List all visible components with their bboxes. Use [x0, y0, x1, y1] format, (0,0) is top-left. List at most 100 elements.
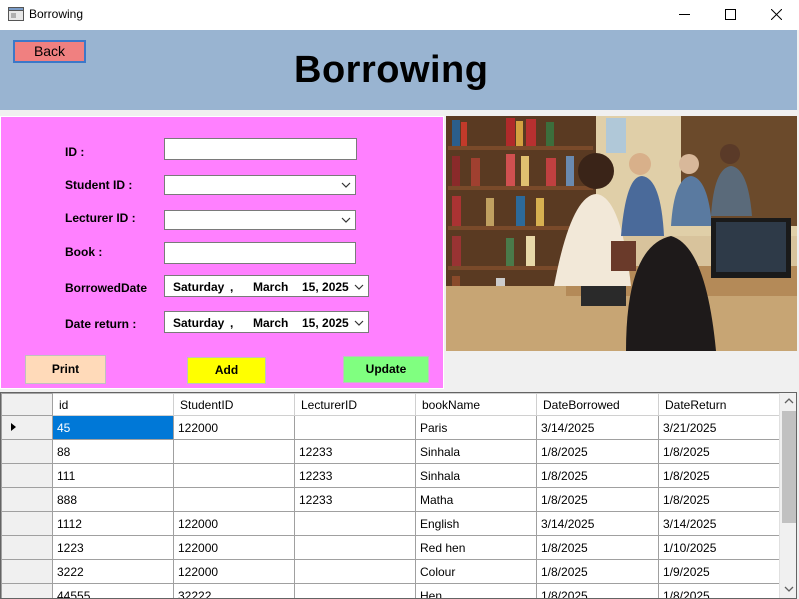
- cell-dateborrowed[interactable]: 3/14/2025: [536, 415, 659, 440]
- minimize-button[interactable]: [661, 0, 707, 30]
- row-header[interactable]: [1, 559, 53, 584]
- column-header-studentid[interactable]: StudentID: [173, 393, 295, 416]
- borrowed-date-picker[interactable]: Saturday , March 15, 2025: [164, 275, 369, 297]
- cell-dateborrowed[interactable]: 1/8/2025: [536, 439, 659, 464]
- cell-dateborrowed[interactable]: 1/8/2025: [536, 559, 659, 584]
- row-header[interactable]: [1, 511, 53, 536]
- add-button[interactable]: Add: [187, 357, 266, 384]
- cell-datereturn[interactable]: 1/10/2025: [658, 535, 780, 560]
- cell-bookname[interactable]: Sinhala: [415, 439, 537, 464]
- chevron-down-icon: [354, 320, 364, 326]
- cell-lecturerid[interactable]: [294, 559, 416, 584]
- cell-id[interactable]: 1112: [52, 511, 174, 536]
- back-button[interactable]: Back: [13, 40, 86, 63]
- cell-lecturerid[interactable]: 12233: [294, 463, 416, 488]
- table-row[interactable]: 888 12233 Matha 1/8/2025 1/8/2025: [1, 487, 780, 512]
- return-date-label: Date return :: [65, 317, 137, 331]
- cell-id[interactable]: 44555: [52, 583, 174, 598]
- cell-lecturerid[interactable]: [294, 583, 416, 598]
- vertical-scrollbar[interactable]: [779, 393, 796, 598]
- return-date-picker[interactable]: Saturday , March 15, 2025: [164, 311, 369, 333]
- cell-lecturerid[interactable]: 12233: [294, 487, 416, 512]
- row-header[interactable]: [1, 487, 53, 512]
- cell-studentid[interactable]: [173, 439, 295, 464]
- lecturer-id-label: Lecturer ID :: [65, 211, 136, 225]
- header-banner: Back Borrowing: [0, 30, 797, 110]
- cell-dateborrowed[interactable]: 3/14/2025: [536, 511, 659, 536]
- cell-datereturn[interactable]: 1/8/2025: [658, 463, 780, 488]
- cell-dateborrowed[interactable]: 1/8/2025: [536, 535, 659, 560]
- table-row[interactable]: 1223 122000 Red hen 1/8/2025 1/10/2025: [1, 535, 780, 560]
- cell-id[interactable]: 888: [52, 487, 174, 512]
- cell-studentid[interactable]: 122000: [173, 535, 295, 560]
- cell-bookname[interactable]: Red hen: [415, 535, 537, 560]
- table-row[interactable]: 44555 32222 Hen 1/8/2025 1/8/2025: [1, 583, 780, 598]
- cell-datereturn[interactable]: 1/8/2025: [658, 583, 780, 598]
- row-header[interactable]: [1, 463, 53, 488]
- table-row[interactable]: 88 12233 Sinhala 1/8/2025 1/8/2025: [1, 439, 780, 464]
- scroll-up-icon[interactable]: [784, 397, 794, 405]
- library-photo: [446, 116, 797, 351]
- close-button[interactable]: [753, 0, 799, 30]
- cell-datereturn[interactable]: 1/8/2025: [658, 439, 780, 464]
- maximize-button[interactable]: [707, 0, 753, 30]
- cell-lecturerid[interactable]: [294, 415, 416, 440]
- cell-dateborrowed[interactable]: 1/8/2025: [536, 487, 659, 512]
- app-window-icon: [8, 7, 24, 21]
- row-header[interactable]: [1, 439, 53, 464]
- book-field[interactable]: [164, 242, 356, 264]
- row-header[interactable]: [1, 415, 53, 440]
- table-row[interactable]: 1112 122000 English 3/14/2025 3/14/2025: [1, 511, 780, 536]
- id-field[interactable]: [164, 138, 357, 160]
- cell-id[interactable]: 111: [52, 463, 174, 488]
- cell-bookname[interactable]: Colour: [415, 559, 537, 584]
- window-title: Borrowing: [29, 7, 84, 21]
- cell-studentid[interactable]: [173, 463, 295, 488]
- column-header-dateborrowed[interactable]: DateBorrowed: [536, 393, 659, 416]
- cell-lecturerid[interactable]: 12233: [294, 439, 416, 464]
- cell-lecturerid[interactable]: [294, 535, 416, 560]
- table-row[interactable]: 45 122000 Paris 3/14/2025 3/21/2025: [1, 415, 780, 440]
- row-header[interactable]: [1, 583, 53, 598]
- cell-datereturn[interactable]: 3/21/2025: [658, 415, 780, 440]
- cell-studentid[interactable]: [173, 487, 295, 512]
- borrowed-month: March: [253, 280, 289, 294]
- column-header-bookname[interactable]: bookName: [415, 393, 537, 416]
- update-button[interactable]: Update: [343, 356, 429, 383]
- cell-studentid[interactable]: 122000: [173, 415, 295, 440]
- cell-id[interactable]: 1223: [52, 535, 174, 560]
- cell-id[interactable]: 45: [52, 415, 174, 440]
- cell-datereturn[interactable]: 3/14/2025: [658, 511, 780, 536]
- cell-dateborrowed[interactable]: 1/8/2025: [536, 463, 659, 488]
- student-id-dropdown[interactable]: [164, 175, 356, 195]
- column-header-id[interactable]: id: [52, 393, 174, 416]
- cell-studentid[interactable]: 122000: [173, 511, 295, 536]
- cell-datereturn[interactable]: 1/8/2025: [658, 487, 780, 512]
- cell-bookname[interactable]: Sinhala: [415, 463, 537, 488]
- cell-bookname[interactable]: English: [415, 511, 537, 536]
- chevron-down-icon: [341, 182, 351, 188]
- column-header-datereturn[interactable]: DateReturn: [658, 393, 780, 416]
- cell-studentid[interactable]: 32222: [173, 583, 295, 598]
- cell-id[interactable]: 3222: [52, 559, 174, 584]
- return-date: 15, 2025: [302, 316, 349, 330]
- lecturer-id-dropdown[interactable]: [164, 210, 356, 230]
- cell-datereturn[interactable]: 1/9/2025: [658, 559, 780, 584]
- borrowing-data-grid[interactable]: id StudentID LecturerID bookName DateBor…: [0, 392, 797, 599]
- chevron-down-icon: [341, 217, 351, 223]
- scroll-down-icon[interactable]: [784, 585, 794, 593]
- scrollbar-thumb[interactable]: [782, 411, 796, 523]
- print-button[interactable]: Print: [25, 355, 106, 384]
- column-header-lecturerid[interactable]: LecturerID: [294, 393, 416, 416]
- table-row[interactable]: 3222 122000 Colour 1/8/2025 1/9/2025: [1, 559, 780, 584]
- cell-studentid[interactable]: 122000: [173, 559, 295, 584]
- cell-dateborrowed[interactable]: 1/8/2025: [536, 583, 659, 598]
- cell-bookname[interactable]: Paris: [415, 415, 537, 440]
- table-row[interactable]: 111 12233 Sinhala 1/8/2025 1/8/2025: [1, 463, 780, 488]
- row-header[interactable]: [1, 535, 53, 560]
- cell-bookname[interactable]: Matha: [415, 487, 537, 512]
- cell-bookname[interactable]: Hen: [415, 583, 537, 598]
- cell-id[interactable]: 88: [52, 439, 174, 464]
- student-id-label: Student ID :: [65, 178, 133, 192]
- cell-lecturerid[interactable]: [294, 511, 416, 536]
